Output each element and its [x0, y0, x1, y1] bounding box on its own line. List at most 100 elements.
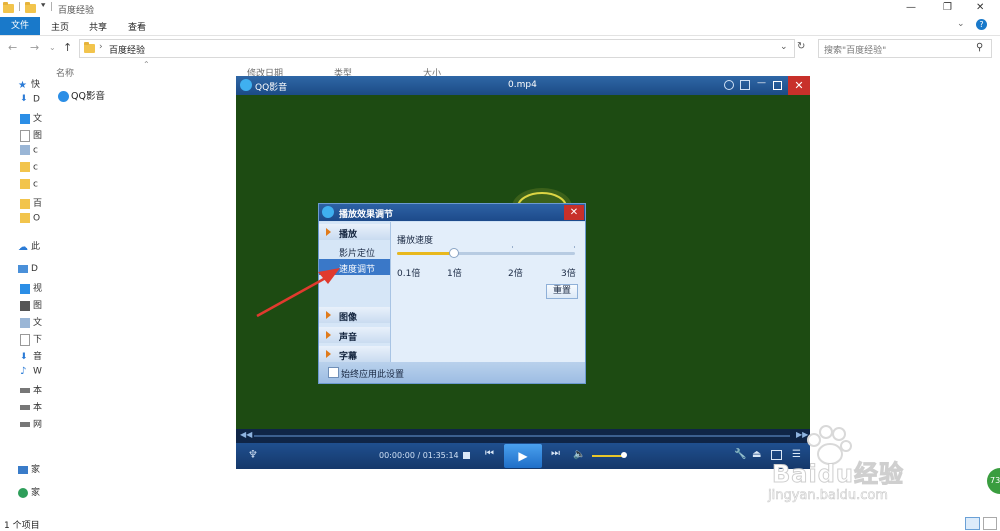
- reset-button[interactable]: 重置: [546, 284, 578, 299]
- menu-item-speed[interactable]: 速度调节: [319, 259, 390, 275]
- nav-item[interactable]: ⬇ D: [20, 94, 44, 108]
- drive-icon: [20, 388, 30, 393]
- minimize-icon[interactable]: —: [906, 2, 916, 13]
- nav-this-pc[interactable]: D: [18, 264, 42, 278]
- separator: |: [18, 2, 22, 12]
- nav-item[interactable]: 文: [20, 111, 44, 125]
- tab-home[interactable]: 主页: [51, 20, 69, 33]
- menu-item-movie-position[interactable]: 影片定位: [319, 243, 390, 259]
- stop-icon[interactable]: [463, 452, 470, 459]
- tab-view[interactable]: 查看: [128, 20, 146, 33]
- nav-item[interactable]: 文: [20, 315, 44, 329]
- cloud-icon: ☁: [18, 241, 28, 253]
- large-icons-view-icon[interactable]: [983, 517, 997, 530]
- folder-icon: [20, 198, 30, 209]
- volume-track[interactable]: [592, 455, 624, 457]
- close-icon[interactable]: ✕: [976, 2, 984, 13]
- navigation-pane: ★ 快 ⬇ D 文 图 c c c 百 O ☁ 此 D 视 图 文 下 ⬇ 音 ♪ W 本…: [0, 60, 46, 516]
- speed-label: 播放速度: [397, 236, 434, 246]
- speed-slider-knob[interactable]: [449, 248, 459, 258]
- nav-onedrive[interactable]: ☁ 此: [18, 239, 42, 253]
- details-view-icon[interactable]: [965, 517, 980, 530]
- nav-homegroup[interactable]: 家家: [18, 485, 42, 499]
- file-list-item[interactable]: QQ影音: [58, 88, 105, 102]
- nav-item[interactable]: 本: [20, 383, 44, 397]
- section-arrow-icon: [326, 228, 331, 236]
- refresh-icon[interactable]: ↻: [797, 41, 805, 52]
- help-icon[interactable]: ?: [976, 19, 987, 30]
- back-icon[interactable]: ←: [8, 41, 17, 54]
- seek-back-icon[interactable]: ◀◀: [240, 430, 252, 439]
- volume-knob[interactable]: [621, 452, 627, 458]
- nav-item[interactable]: ⬇ 音: [20, 349, 44, 363]
- desktop-icon: [20, 283, 30, 294]
- play-button[interactable]: ▶: [504, 444, 542, 468]
- speed-slider-fill: [397, 252, 453, 255]
- quick-access-folder-icon[interactable]: [25, 2, 36, 16]
- section-subtitle[interactable]: 字幕: [319, 346, 390, 362]
- playback-effects-dialog: 播放效果调节 ✕ 播放 影片定位 速度调节 图像 声音 字幕 播放速度 0.1倍…: [318, 203, 586, 384]
- explorer-titlebar: | ⯆ | 百度经验 — ❐ ✕: [0, 0, 1000, 17]
- address-bar[interactable]: › 百度经验 ⌄: [79, 39, 795, 58]
- folder-icon: [3, 2, 14, 16]
- always-apply-checkbox[interactable]: [328, 367, 339, 378]
- speed-mark-2: 2倍: [508, 269, 523, 279]
- up-icon[interactable]: ↑: [63, 41, 72, 54]
- nav-item[interactable]: c: [20, 179, 44, 193]
- ribbon-expand-icon[interactable]: ⌄: [957, 19, 965, 29]
- nav-item[interactable]: c: [20, 145, 44, 159]
- nav-item[interactable]: 图: [20, 128, 44, 142]
- dialog-close-icon[interactable]: ✕: [564, 205, 584, 220]
- settings-icon[interactable]: 🔧: [734, 449, 746, 460]
- restore-icon[interactable]: ❐: [943, 2, 952, 13]
- nav-item[interactable]: 百: [20, 196, 44, 210]
- forward-icon[interactable]: →: [30, 41, 39, 54]
- player-close-icon[interactable]: ✕: [788, 76, 810, 95]
- nav-item[interactable]: 本: [20, 400, 44, 414]
- nav-item[interactable]: 网: [20, 417, 44, 431]
- player-minimize-icon[interactable]: —: [757, 78, 766, 88]
- eject-icon[interactable]: ⏏: [752, 449, 761, 460]
- watermark-url: jingyan.baidu.com: [768, 488, 889, 504]
- search-input[interactable]: 搜索"百度经验" ⚲: [818, 39, 992, 58]
- tools-icon[interactable]: ♆: [248, 448, 258, 461]
- section-play[interactable]: 播放: [319, 224, 390, 240]
- nav-item[interactable]: 下: [20, 332, 44, 346]
- breadcrumb-folder[interactable]: 百度经验: [109, 43, 145, 56]
- recent-dropdown-icon[interactable]: ⌄: [49, 43, 56, 52]
- nav-item[interactable]: O: [20, 213, 44, 227]
- section-sound[interactable]: 声音: [319, 327, 390, 343]
- mini-mode-icon[interactable]: [740, 80, 750, 90]
- search-icon[interactable]: ⚲: [976, 42, 983, 53]
- tab-share[interactable]: 共享: [89, 20, 107, 33]
- nav-network[interactable]: 家: [18, 462, 42, 476]
- breadcrumb-chevron-icon: ›: [99, 42, 103, 52]
- seek-bar[interactable]: ◀◀ ▶▶: [236, 429, 810, 443]
- player-maximize-icon[interactable]: [773, 81, 782, 90]
- next-icon[interactable]: ⏭: [551, 448, 560, 459]
- column-header-name[interactable]: 名称: [56, 66, 74, 79]
- volume-icon[interactable]: 🔈: [573, 449, 585, 460]
- dialog-category-menu: 播放 影片定位 速度调节 图像 声音 字幕: [319, 222, 391, 362]
- nav-item[interactable]: ♪ W: [20, 366, 44, 380]
- search-placeholder: 搜索"百度经验": [824, 46, 887, 56]
- skin-icon[interactable]: [724, 80, 734, 90]
- folder-icon: [20, 213, 30, 223]
- separator: |: [50, 2, 54, 12]
- previous-icon[interactable]: ⏮: [485, 448, 494, 459]
- qq-player-logo-icon: [322, 206, 334, 218]
- tab-file[interactable]: 文件: [0, 17, 40, 35]
- nav-quick-access[interactable]: ★ 快: [18, 77, 42, 91]
- picture-icon: [20, 145, 30, 155]
- section-image[interactable]: 图像: [319, 307, 390, 323]
- speed-mark-0: 0.1倍: [397, 269, 421, 279]
- document-icon: [20, 333, 30, 346]
- nav-item[interactable]: 图: [20, 298, 44, 312]
- nav-item[interactable]: c: [20, 162, 44, 176]
- seek-track[interactable]: [254, 435, 790, 437]
- speed-mark-1: 1倍: [447, 269, 462, 279]
- side-badge[interactable]: 73: [987, 468, 1000, 494]
- address-dropdown-icon[interactable]: ⌄: [780, 42, 788, 52]
- quick-access-dropdown-icon[interactable]: ⯆: [40, 1, 46, 11]
- nav-item[interactable]: 视: [20, 281, 44, 295]
